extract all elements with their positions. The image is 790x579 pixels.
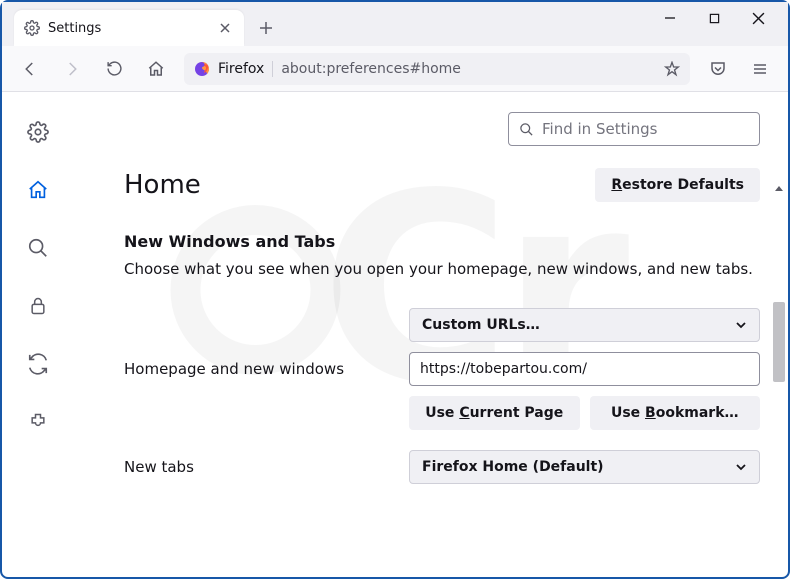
use-bookmark-button[interactable]: Use Bookmark… (590, 396, 761, 430)
chevron-down-icon (735, 461, 747, 473)
browser-tab[interactable]: Settings (14, 10, 244, 46)
search-icon (519, 122, 534, 137)
settings-main: Home Restore Defaults New Windows and Ta… (74, 92, 788, 577)
tab-close-button[interactable] (216, 19, 234, 37)
sidebar-search-icon[interactable] (20, 230, 56, 266)
homepage-url-input[interactable] (409, 352, 760, 386)
forward-button (58, 55, 86, 83)
tab-title: Settings (48, 21, 216, 36)
homepage-mode-select[interactable]: Custom URLs… (409, 308, 760, 342)
sidebar-home-icon[interactable] (20, 172, 56, 208)
homepage-mode-value: Custom URLs… (422, 317, 540, 333)
find-in-settings[interactable] (508, 112, 760, 146)
bookmark-star-button[interactable] (664, 61, 680, 77)
title-bar: Settings (2, 2, 788, 46)
url-bar[interactable]: Firefox about:preferences#home (184, 53, 690, 85)
nav-toolbar: Firefox about:preferences#home (2, 46, 788, 92)
url-identity-label: Firefox (218, 61, 273, 77)
page-title: Home (124, 170, 201, 200)
url-text: about:preferences#home (281, 61, 656, 77)
home-button[interactable] (142, 55, 170, 83)
sidebar-general-icon[interactable] (20, 114, 56, 150)
vertical-scrollbar[interactable] (772, 182, 786, 577)
new-tab-button[interactable] (250, 12, 282, 44)
back-button[interactable] (16, 55, 44, 83)
sidebar-privacy-icon[interactable] (20, 288, 56, 324)
sidebar-extensions-icon[interactable] (20, 404, 56, 440)
window-minimize-button[interactable] (648, 2, 692, 34)
app-menu-button[interactable] (746, 55, 774, 83)
window-close-button[interactable] (736, 2, 780, 34)
reload-button[interactable] (100, 55, 128, 83)
sidebar-sync-icon[interactable] (20, 346, 56, 382)
window-maximize-button[interactable] (692, 2, 736, 34)
newtabs-select[interactable]: Firefox Home (Default) (409, 450, 760, 484)
section-heading: New Windows and Tabs (124, 232, 760, 251)
gear-icon (24, 20, 40, 36)
scroll-up-arrow[interactable] (772, 182, 786, 196)
scrollbar-thumb[interactable] (773, 302, 785, 382)
homepage-label: Homepage and new windows (124, 360, 409, 378)
settings-sidebar (2, 92, 74, 577)
pocket-button[interactable] (704, 55, 732, 83)
chevron-down-icon (735, 319, 747, 331)
find-in-settings-input[interactable] (542, 120, 749, 138)
use-current-page-button[interactable]: Use Current Page (409, 396, 580, 430)
section-description: Choose what you see when you open your h… (124, 259, 760, 280)
newtabs-value: Firefox Home (Default) (422, 459, 604, 475)
firefox-icon (194, 61, 210, 77)
newtabs-label: New tabs (124, 458, 409, 476)
restore-defaults-button[interactable]: Restore Defaults (595, 168, 760, 202)
